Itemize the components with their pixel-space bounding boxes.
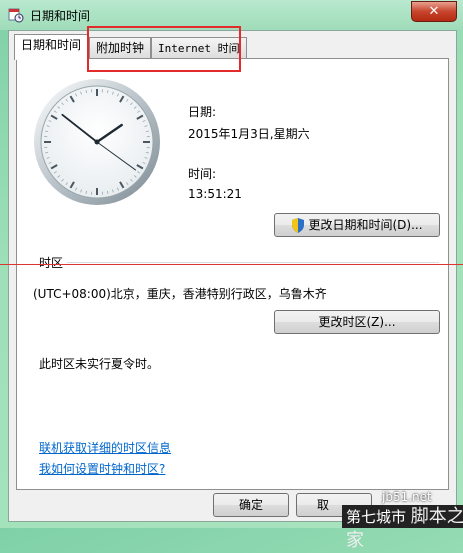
- close-button[interactable]: ✕: [411, 1, 457, 22]
- calendar-clock-icon: [8, 7, 24, 23]
- uac-shield-icon: [291, 218, 305, 233]
- tab-highlight-box: [87, 26, 241, 72]
- change-datetime-label: 更改日期和时间(D)...: [308, 218, 422, 232]
- change-datetime-button[interactable]: 更改日期和时间(D)...: [274, 213, 440, 237]
- timezone-value: (UTC+08:00)北京，重庆，香港特别行政区，乌鲁木齐: [33, 285, 327, 302]
- ok-button[interactable]: 确定: [213, 493, 289, 517]
- watermark-brand-a: 第七城市: [346, 508, 406, 526]
- date-value: 2015年1月3日,星期六: [188, 125, 310, 142]
- date-label: 日期:: [188, 103, 216, 120]
- window-title: 日期和时间: [30, 7, 90, 24]
- annotation-red-line: [0, 264, 463, 265]
- dialog-body: 日期和时间 附加时钟 Internet 时间: [8, 30, 457, 522]
- dst-note: 此时区未实行夏令时。: [39, 355, 159, 372]
- change-timezone-button[interactable]: 更改时区(Z)...: [274, 310, 440, 334]
- time-value: 13:51:21: [188, 187, 242, 201]
- watermark-brand: 第七城市 脚本之家: [342, 505, 463, 528]
- how-to-set-clock-link[interactable]: 我如何设置时钟和时区?: [39, 460, 165, 477]
- watermark-site: jb51.net: [382, 490, 432, 504]
- time-label: 时间:: [188, 165, 216, 182]
- timezone-divider: [67, 262, 439, 263]
- tab-date-time[interactable]: 日期和时间: [14, 34, 88, 60]
- online-timezone-info-link[interactable]: 联机获取详细的时区信息: [39, 439, 171, 456]
- analog-clock: [32, 77, 162, 207]
- tab-panel: 日期: 2015年1月3日,星期六 时间: 13:51:21 更改日期和时间(D…: [16, 58, 449, 490]
- timezone-section-label: 时区: [39, 254, 63, 271]
